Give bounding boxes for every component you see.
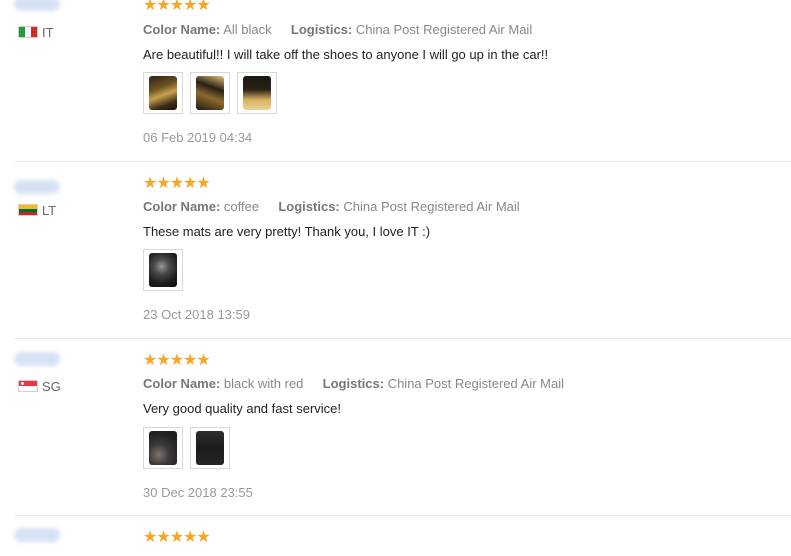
avatar	[14, 352, 60, 366]
flag-icon-singapore	[18, 380, 38, 392]
review-text: Are beautiful!! I will take off the shoe…	[143, 47, 549, 62]
logistics-label: Logistics:	[290, 22, 353, 37]
star-rating: ★★★★★	[143, 0, 211, 14]
star-rating: ★★★★★	[143, 175, 211, 192]
review-meta: Color Name: All black Logistics: China P…	[143, 22, 532, 37]
review-photo-thumbnail[interactable]	[190, 427, 230, 469]
review-meta: Color Name: coffee Logistics: China Post…	[143, 199, 520, 214]
review-text: These mats are very pretty! Thank you, I…	[143, 224, 431, 239]
review-date: 30 Dec 2018 23:55	[143, 485, 253, 500]
country-code: SG	[42, 379, 61, 394]
color-name-value: black with red	[223, 376, 304, 391]
color-name-label: Color Name:	[143, 22, 221, 37]
review-date: 06 Feb 2019 04:34	[143, 130, 253, 145]
avatar	[14, 528, 60, 542]
review-date: 23 Oct 2018 13:59	[143, 307, 250, 322]
color-name-value: coffee	[223, 199, 260, 214]
logistics-label: Logistics:	[322, 376, 385, 391]
review-item: ★★★★★	[0, 516, 791, 556]
logistics-label: Logistics:	[278, 199, 340, 214]
review-photos	[143, 72, 283, 114]
logistics-value: China Post Registered Air Mail	[387, 376, 564, 391]
review-item: LT ★★★★★ Color Name: coffee Logistics: C…	[0, 162, 791, 339]
review-photo-thumbnail[interactable]	[190, 72, 230, 114]
review-photo-thumbnail[interactable]	[237, 72, 277, 114]
flag-icon-italy	[18, 26, 38, 38]
review-photos	[143, 249, 188, 291]
review-photo-thumbnail[interactable]	[143, 72, 183, 114]
review-item: SG ★★★★★ Color Name: black with red Logi…	[0, 339, 791, 516]
star-rating: ★★★★★	[143, 529, 211, 546]
star-rating: ★★★★★	[143, 352, 211, 369]
review-photo-thumbnail[interactable]	[143, 427, 183, 469]
flag-icon-lithuania	[18, 204, 38, 216]
color-name-value: All black	[223, 22, 272, 37]
logistics-value: China Post Registered Air Mail	[355, 22, 533, 37]
color-name-label: Color Name:	[143, 376, 221, 391]
country-code: IT	[42, 25, 54, 40]
review-item: IT ★★★★★ Color Name: All black Logistics…	[0, 0, 791, 162]
avatar	[14, 0, 60, 11]
review-text: Very good quality and fast service!	[143, 401, 342, 416]
review-photos	[143, 427, 233, 469]
review-meta: Color Name: black with red Logistics: Ch…	[143, 376, 564, 391]
logistics-value: China Post Registered Air Mail	[343, 199, 520, 214]
country-code: LT	[42, 203, 57, 218]
review-photo-thumbnail[interactable]	[143, 249, 183, 291]
avatar	[14, 180, 60, 194]
color-name-label: Color Name:	[143, 199, 221, 214]
